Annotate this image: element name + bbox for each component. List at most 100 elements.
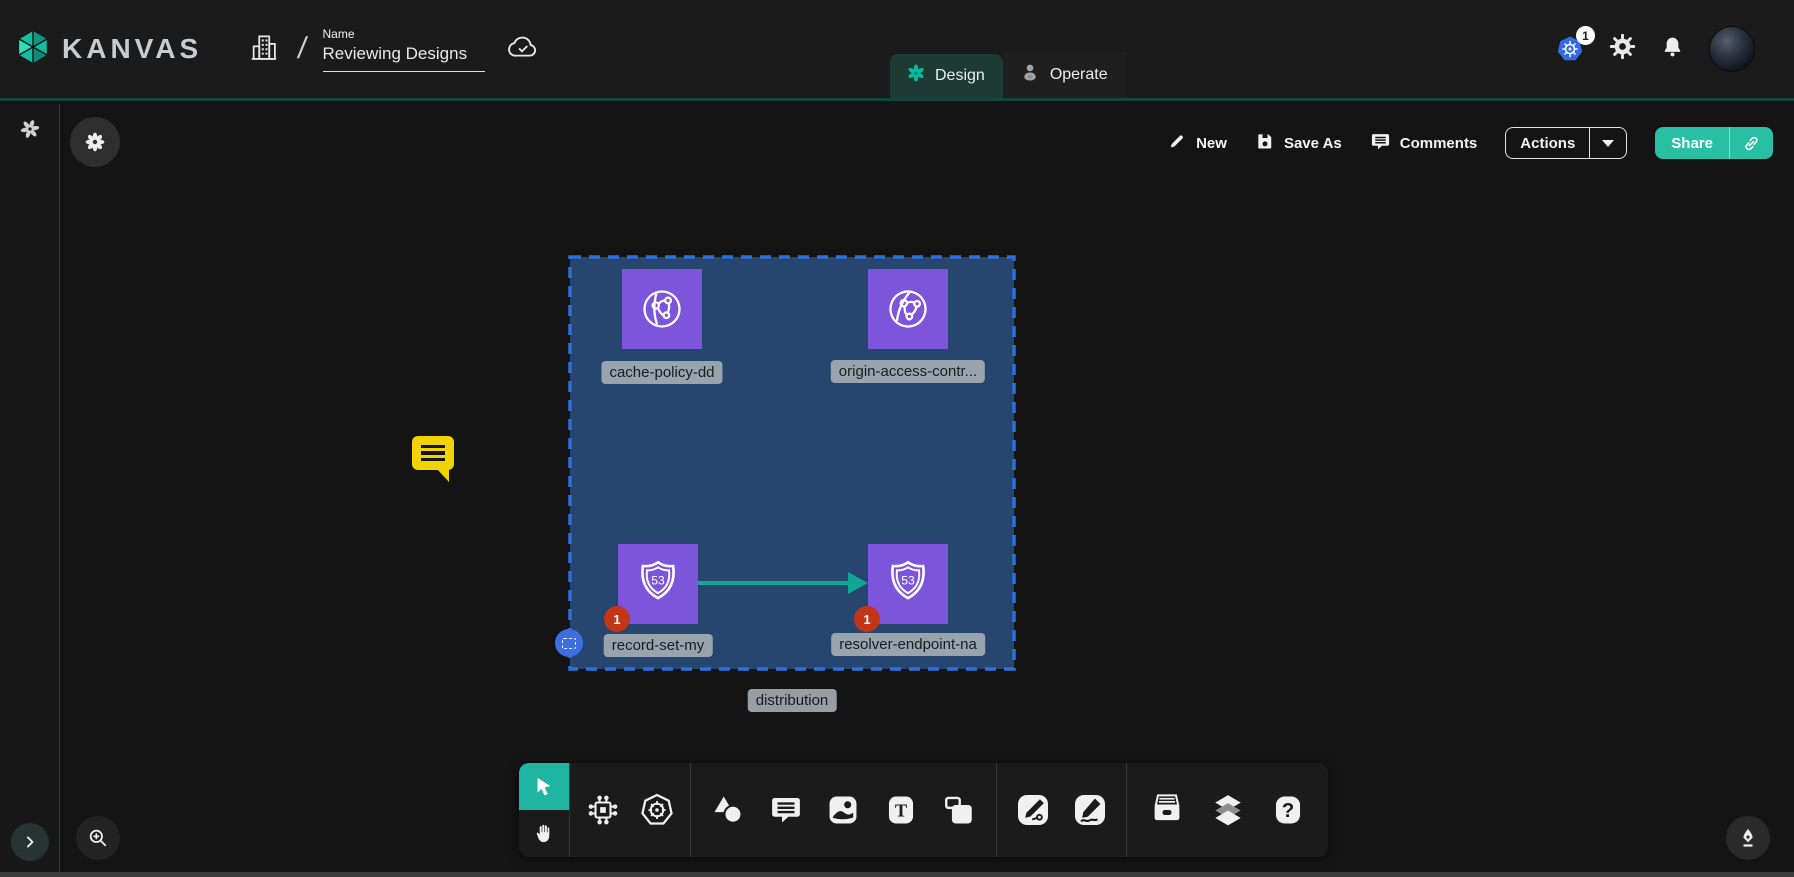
kubernetes-context-button[interactable]: 1 [1555,34,1585,64]
save-as-label: Save As [1284,135,1342,152]
design-swirl-icon [906,63,926,88]
canvas-menu-flower-button[interactable] [70,117,120,167]
node-label-resolver-endpoint[interactable]: resolver-endpoint-na [831,633,985,656]
svg-text:53: 53 [901,574,915,588]
design-name-block: Name [323,27,485,72]
drawer-tool-button[interactable] [1146,789,1188,831]
bottom-toolbar: T [519,763,1328,857]
kubernetes-context-badge: 1 [1576,26,1595,45]
group-icon [562,638,576,649]
breadcrumb-separator: / [296,32,309,66]
pan-tool-button[interactable] [519,810,569,857]
design-canvas[interactable]: New Save As [60,104,1794,877]
brand-name: KANVAS [62,33,202,65]
toolbar-section-drawing [996,763,1126,857]
node-cache-policy[interactable] [622,269,702,349]
globe-network-icon [875,276,941,342]
component-circuit-icon [586,793,620,827]
meshery-swirl-icon[interactable] [19,118,41,145]
text-tool-button[interactable]: T [880,789,922,831]
comment-tool-button[interactable] [765,789,807,831]
new-button[interactable]: New [1167,131,1227,155]
select-tool-button[interactable] [519,763,569,810]
comments-button[interactable]: Comments [1370,131,1478,156]
comment-bubble-icon [1370,131,1391,156]
hand-icon [533,822,556,845]
tab-design[interactable]: Design [890,54,1003,98]
component-tool-button[interactable] [582,789,624,831]
node-label-cache-policy[interactable]: cache-policy-dd [601,361,722,384]
zoom-in-button[interactable] [76,816,120,860]
brand[interactable]: KANVAS [14,28,202,71]
organization-icon[interactable] [248,32,278,67]
kanvas-app: KANVAS / Name [0,0,1794,877]
toolbar-section-components [569,763,690,857]
pencil-icon [1167,131,1187,155]
route53-shield-icon: 53 [632,558,684,610]
drawer-archive-icon [1149,792,1185,828]
toolbar-section-misc: ? [1126,763,1328,857]
pen-tool-button[interactable] [1012,789,1054,831]
header-right-cluster: 1 [1555,0,1794,98]
kanvas-logo-icon [14,28,52,71]
pen-nib-icon [1737,827,1759,849]
kubernetes-tool-button[interactable] [636,789,678,831]
design-name-input[interactable] [323,44,485,72]
toolbar-section-annotations: T [690,763,996,857]
operate-person-icon [1019,61,1041,88]
node-resolver-endpoint[interactable]: 53 1 [868,544,948,624]
share-link-segment[interactable] [1729,127,1773,159]
node-badge[interactable]: 1 [604,606,630,632]
group-resize-handle[interactable] [555,629,583,657]
design-name-label: Name [323,27,485,41]
tab-operate-label: Operate [1050,66,1108,84]
pencil-scribble-icon [1072,792,1108,828]
actions-label: Actions [1506,128,1589,158]
pencil-draw-tool-button[interactable] [1069,789,1111,831]
node-label-record-set[interactable]: record-set-my [604,634,713,657]
cloud-sync-icon [507,34,539,65]
save-as-button[interactable]: Save As [1255,131,1342,155]
canvas-comment-marker[interactable] [412,436,456,484]
route53-shield-icon: 53 [882,558,934,610]
canvas-action-bar: New Save As [1167,126,1773,160]
comments-label: Comments [1400,135,1478,152]
help-tool-button[interactable]: ? [1267,789,1309,831]
edge-record-to-resolver[interactable] [698,581,850,585]
node-origin-access[interactable] [868,269,948,349]
globe-network-icon [637,284,687,334]
pen-mode-button[interactable] [1726,816,1770,860]
window-bottom-strip [0,872,1794,877]
actions-dropdown-button[interactable]: Actions [1505,127,1627,159]
image-icon [826,793,860,827]
settings-gear-icon[interactable] [1609,33,1636,65]
notifications-bell-icon[interactable] [1660,34,1685,64]
left-sidebar [0,104,60,877]
shapes-tool-button[interactable] [707,789,749,831]
layers-tool-button[interactable] [1207,789,1249,831]
comment-bubble-icon [412,436,454,470]
svg-text:?: ? [1282,799,1295,822]
node-record-set[interactable]: 53 1 [618,544,698,624]
svg-text:53: 53 [651,574,665,588]
share-button[interactable]: Share [1655,127,1773,159]
tab-operate[interactable]: Operate [1003,52,1126,98]
shapes-icon [711,793,745,827]
image-tool-button[interactable] [822,789,864,831]
edge-arrowhead [848,572,868,594]
mode-tabs: Design Operate [890,52,1126,98]
node-badge[interactable]: 1 [854,606,880,632]
floppy-disk-icon [1255,131,1275,155]
menu-icon[interactable] [1773,37,1782,61]
actions-caret[interactable] [1589,128,1626,158]
pointer-tool-stack [519,763,569,857]
comment-bubble-tail [437,469,449,482]
node-label-origin-access[interactable]: origin-access-contr... [831,360,985,383]
group-label-distribution[interactable]: distribution [748,689,837,712]
user-avatar[interactable] [1709,26,1755,72]
kubernetes-wheel-icon [639,792,675,828]
pen-bezier-icon [1015,792,1051,828]
sidebar-expand-button[interactable] [11,823,49,861]
sticky-note-tool-button[interactable] [938,789,980,831]
sticky-note-icon [942,793,976,827]
